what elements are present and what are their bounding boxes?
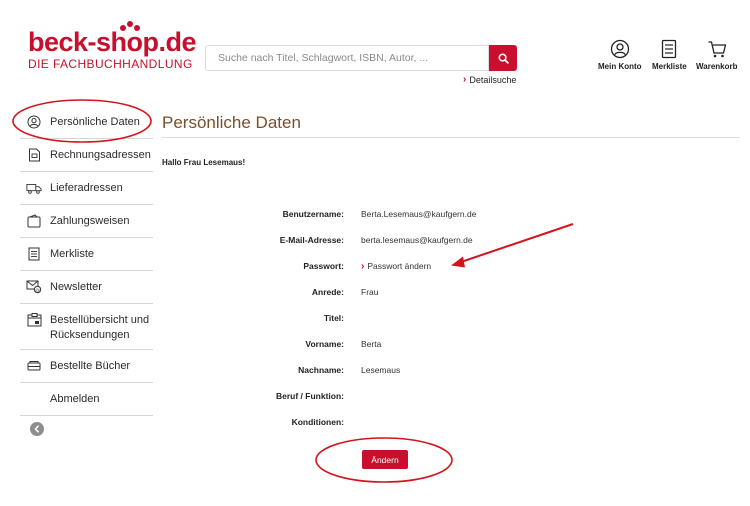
logo-wordmark: beck-shop.de [28, 27, 197, 57]
sidebar-item-label: Bestellübersicht und Rücksendungen [50, 314, 150, 341]
wishlist-label: Merkliste [652, 62, 687, 71]
detail-search-label: Detailsuche [469, 74, 517, 85]
change-password-label: Passwort ändern [367, 261, 432, 271]
field-row-lastname: Nachname: Lesemaus [200, 365, 700, 376]
field-label: Passwort: [303, 261, 344, 271]
field-label: Titel: [323, 313, 344, 323]
search-icon [498, 53, 509, 64]
field-label: Konditionen: [291, 417, 344, 427]
change-password-link[interactable]: › Passwort ändern [361, 261, 431, 272]
sidebar-item-label: Newsletter [50, 281, 102, 293]
sidebar-item-label: Lieferadressen [50, 182, 123, 194]
collapse-sidebar-button[interactable] [30, 422, 44, 436]
field-value: berta.lesemaus@kaufgern.de [361, 235, 473, 245]
field-row-salutation: Anrede: Frau [200, 287, 700, 298]
account-label: Mein Konto [598, 62, 642, 71]
wishlist-button[interactable]: Merkliste [652, 39, 687, 71]
sidebar-item-personal-data[interactable]: Persönliche Daten [20, 106, 153, 139]
field-row-email: E-Mail-Adresse: berta.lesemaus@kaufgern.… [200, 235, 700, 246]
sidebar-item-logout[interactable]: Abmelden [20, 383, 153, 416]
chevron-right-icon: › [361, 261, 365, 272]
field-row-password: Passwort: › Passwort ändern [200, 261, 700, 272]
field-label: Benutzername: [282, 209, 344, 219]
field-value: Lesemaus [361, 365, 401, 375]
sidebar-item-label: Zahlungsweisen [50, 215, 130, 227]
cart-icon [708, 41, 726, 58]
chevron-right-icon: › [463, 74, 467, 85]
list-icon [662, 39, 677, 59]
sidebar-item-payment-methods[interactable]: Zahlungsweisen [20, 205, 153, 238]
sidebar-item-delivery-addresses[interactable]: Lieferadressen [20, 172, 153, 205]
account-sidebar: Persönliche Daten Rechnungsadressen Lief… [20, 106, 153, 416]
sidebar-item-orders-returns[interactable]: Bestellübersicht und Rücksendungen [20, 304, 153, 350]
books-icon [26, 359, 42, 373]
truck-icon [26, 181, 42, 195]
field-row-username: Benutzername: Berta.Lesemaus@kaufgern.de [200, 209, 700, 220]
sidebar-item-wishlist[interactable]: Merkliste [20, 238, 153, 271]
logo-dots [120, 21, 140, 31]
field-row-firstname: Vorname: Berta [200, 339, 700, 350]
list-icon [26, 247, 42, 261]
cart-label: Warenkorb [696, 62, 738, 71]
orders-icon [26, 313, 42, 327]
user-icon [610, 39, 629, 59]
account-button[interactable]: Mein Konto [598, 39, 642, 71]
search-input[interactable] [205, 45, 489, 71]
search-button[interactable] [489, 45, 517, 71]
chevron-left-icon [34, 425, 39, 433]
field-value: Berta [361, 339, 382, 349]
newsletter-icon: @ [26, 280, 42, 294]
field-value: Frau [361, 287, 379, 297]
logo[interactable]: beck-shop.de DIE FACHBUCHHANDLUNG [28, 21, 197, 71]
wallet-icon [26, 214, 42, 228]
sidebar-item-billing-addresses[interactable]: Rechnungsadressen [20, 139, 153, 172]
field-row-conditions: Konditionen: [200, 417, 700, 428]
field-label: Beruf / Funktion: [276, 391, 344, 401]
sidebar-item-label: Persönliche Daten [50, 116, 140, 128]
user-icon [26, 115, 42, 129]
sidebar-item-label: Bestellte Bücher [50, 360, 131, 372]
field-row-profession: Beruf / Funktion: [200, 391, 700, 402]
invoice-icon [26, 148, 42, 162]
field-row-title: Titel: [200, 313, 700, 324]
title-divider [162, 137, 740, 138]
change-button[interactable]: Ändern [362, 450, 408, 469]
field-value: Berta.Lesemaus@kaufgern.de [361, 209, 477, 219]
sidebar-item-newsletter[interactable]: @ Newsletter [20, 271, 153, 304]
sidebar-item-label: Merkliste [50, 248, 95, 260]
greeting-text: Hallo Frau Lesemaus! [162, 158, 246, 167]
sidebar-item-label: Abmelden [50, 393, 100, 405]
sidebar-item-label: Rechnungsadressen [50, 149, 151, 161]
page-title: Persönliche Daten [162, 113, 301, 132]
field-label: Vorname: [305, 339, 344, 349]
field-label: Nachname: [298, 365, 344, 375]
sidebar-item-ordered-books[interactable]: Bestellte Bücher [20, 350, 153, 383]
cart-button[interactable]: Warenkorb [696, 39, 738, 71]
field-label: E-Mail-Adresse: [279, 235, 344, 245]
field-label: Anrede: [311, 287, 344, 297]
detail-search-link[interactable]: › Detailsuche [463, 74, 516, 85]
svg-text:@: @ [35, 287, 40, 293]
logo-tagline: DIE FACHBUCHHANDLUNG [28, 57, 193, 71]
